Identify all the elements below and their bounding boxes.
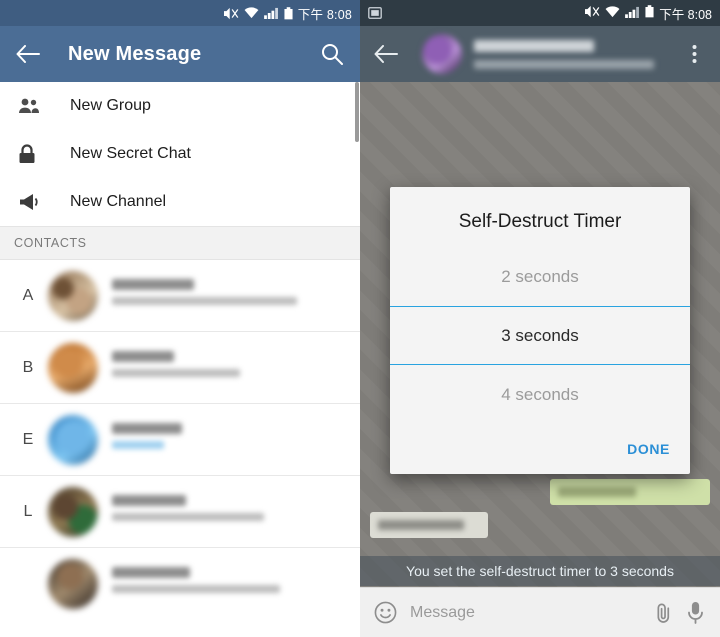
signal-icon (263, 7, 279, 19)
signal-icon (625, 6, 640, 21)
right-app-bar (360, 26, 720, 82)
new-message-menu: New Group New Secret Chat New Channel (0, 82, 360, 226)
lock-icon (18, 144, 48, 164)
avatar (48, 342, 98, 393)
scrollbar-thumb[interactable] (355, 82, 359, 142)
chat-title-block (474, 39, 680, 69)
left-phone-screen: 下午 8:08 New Message New Group New Secret… (0, 0, 360, 637)
screenshot-icon (368, 7, 382, 19)
avatar (48, 414, 98, 465)
left-app-bar: New Message (0, 26, 360, 82)
contact-list-item[interactable]: A (0, 260, 360, 331)
avatar (422, 34, 462, 74)
contact-name-redacted (112, 351, 174, 362)
chat-title-redacted (474, 39, 594, 52)
contact-name-redacted (112, 279, 194, 290)
mute-icon (583, 5, 600, 21)
contacts-list: A B E L (0, 260, 360, 619)
emoji-icon[interactable] (372, 601, 398, 624)
done-button[interactable]: DONE (627, 441, 670, 457)
left-status-bar: 下午 8:08 (0, 0, 360, 26)
wifi-icon (605, 5, 620, 21)
chat-subtitle-redacted (474, 59, 654, 69)
avatar (48, 558, 98, 609)
dialog-title: Self-Destruct Timer (458, 211, 622, 232)
battery-icon (284, 6, 293, 20)
page-title: New Message (68, 42, 202, 65)
contact-letter: E (22, 430, 34, 448)
clock-label: 下午 8:08 (297, 7, 352, 22)
wifi-icon (244, 7, 259, 19)
contact-list-item[interactable]: L (0, 476, 360, 547)
microphone-icon[interactable] (682, 601, 708, 624)
contact-status-redacted (112, 369, 240, 377)
menu-item-label: New Channel (70, 193, 167, 210)
self-destruct-timer-dialog: Self-Destruct Timer 2 seconds 3 seconds … (390, 187, 690, 474)
contact-name-redacted (112, 495, 186, 506)
timer-option-2-seconds[interactable]: 2 seconds (390, 247, 690, 306)
menu-item-new-group[interactable]: New Group (0, 82, 360, 130)
right-phone-screen: 下午 8:08 You set the self-destruct timer … (360, 0, 720, 637)
search-icon[interactable] (318, 40, 346, 68)
chat-message-area: You set the self-destruct timer to 3 sec… (360, 82, 720, 587)
screenshot-root: 下午 8:08 New Message New Group New Secret… (0, 0, 720, 637)
avatar (48, 486, 98, 537)
contact-letter: L (23, 502, 33, 520)
contact-status-redacted (112, 585, 280, 593)
menu-item-label: New Group (70, 97, 151, 114)
incoming-message-bubble[interactable] (370, 512, 488, 538)
contact-status-redacted (112, 513, 264, 521)
back-arrow-icon[interactable] (14, 40, 42, 68)
message-text-redacted (558, 487, 636, 497)
dialog-actions: DONE (390, 424, 690, 474)
battery-icon (645, 5, 654, 21)
right-status-bar: 下午 8:08 (360, 0, 720, 26)
contact-name-redacted (112, 423, 182, 434)
outgoing-message-bubble[interactable] (550, 479, 710, 505)
timer-option-3-seconds[interactable]: 3 seconds (390, 306, 690, 365)
contact-letter: B (22, 358, 34, 376)
contact-name-redacted (112, 567, 190, 578)
clock-label: 下午 8:08 (659, 7, 712, 22)
contact-list-item[interactable] (0, 548, 360, 619)
message-composer: Message (360, 587, 720, 637)
paperclip-icon[interactable] (650, 602, 676, 624)
more-vert-icon[interactable] (680, 40, 708, 68)
back-arrow-icon[interactable] (372, 40, 400, 68)
contact-text (112, 279, 360, 312)
contact-text (112, 567, 360, 600)
timer-option-4-seconds[interactable]: 4 seconds (390, 365, 690, 424)
contact-status-redacted (112, 297, 297, 305)
contact-text (112, 351, 360, 384)
contact-status-redacted (112, 441, 164, 449)
avatar (48, 270, 98, 321)
message-input[interactable]: Message (410, 604, 650, 622)
contact-text (112, 495, 360, 528)
contacts-section-header: CONTACTS (0, 226, 360, 260)
service-message: You set the self-destruct timer to 3 sec… (360, 556, 720, 586)
contact-letter: A (22, 286, 34, 304)
contact-list-item[interactable]: B (0, 332, 360, 403)
menu-item-label: New Secret Chat (70, 145, 191, 162)
menu-item-new-channel[interactable]: New Channel (0, 178, 360, 226)
contact-text (112, 423, 360, 456)
menu-item-new-secret-chat[interactable]: New Secret Chat (0, 130, 360, 178)
mute-icon (222, 7, 239, 20)
message-text-redacted (378, 520, 464, 530)
group-icon (18, 97, 48, 115)
contact-list-item[interactable]: E (0, 404, 360, 475)
megaphone-icon (18, 193, 48, 211)
